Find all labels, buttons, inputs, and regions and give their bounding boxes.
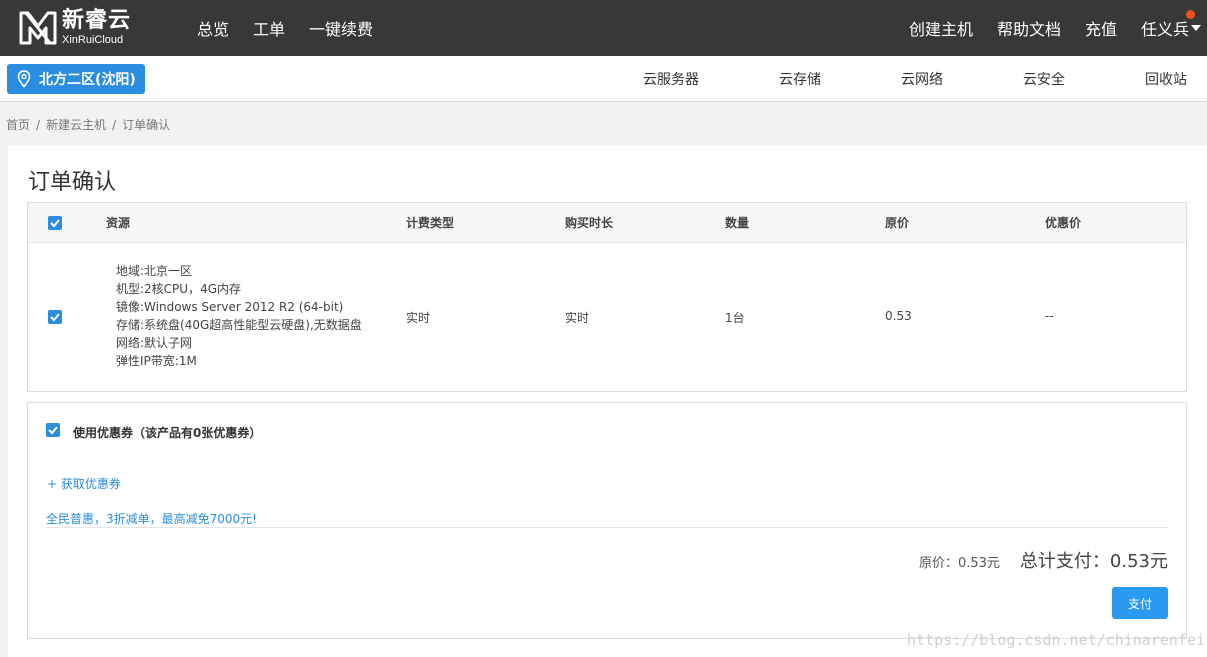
row-checkbox[interactable] — [48, 310, 62, 324]
notification-dot — [1186, 10, 1195, 19]
chevron-down-icon — [1191, 25, 1201, 31]
breadcrumb-home[interactable]: 首页 — [6, 118, 30, 132]
sub-nav-bar: 北方二区(沈阳) 云服务器 云存储 云网络 云安全 回收站 — [0, 56, 1207, 102]
breadcrumb: 首页 / 新建云主机 / 订单确认 — [6, 116, 170, 133]
get-coupon-link[interactable]: + 获取优惠券 — [47, 475, 121, 492]
logo-text-cn: 新睿云 — [62, 8, 132, 33]
nav-create-host[interactable]: 创建主机 — [909, 16, 973, 40]
breadcrumb-separator: / — [112, 118, 117, 132]
original-price-summary: 原价：0.53元 — [918, 556, 1000, 571]
logo-icon — [19, 11, 57, 45]
account-nav: 创建主机 帮助文档 充值 任义兵 — [885, 0, 1201, 56]
subnav-cloud-storage[interactable]: 云存储 — [779, 69, 821, 89]
region-label: 北方二区(沈阳) — [39, 72, 136, 88]
quantity-value: 1台 — [725, 311, 745, 325]
resource-bandwidth: 弹性IP带宽:1M — [116, 354, 197, 368]
table-header: 资源 计费类型 购买时长 数量 原价 优惠价 — [28, 203, 1186, 243]
checkmark-icon — [50, 313, 60, 322]
breadcrumb-new-host[interactable]: 新建云主机 — [46, 118, 106, 132]
discount-price-value: -- — [1045, 309, 1054, 323]
subnav-cloud-server[interactable]: 云服务器 — [643, 69, 699, 89]
resource-region: 地域:北京一区 — [116, 264, 193, 278]
checkmark-icon — [48, 426, 58, 435]
pay-button[interactable]: 支付 — [1112, 587, 1168, 619]
resource-network: 网络:默认子网 — [116, 336, 193, 350]
location-pin-icon — [17, 70, 31, 88]
price-summary: 原价：0.53元 总计支付：0.53元 — [919, 547, 1168, 573]
top-header: 新睿云 XinRuiCloud 总览 工单 一键续费 创建主机 帮助文档 充值 … — [0, 0, 1207, 56]
total-payment: 总计支付：0.53元 — [1019, 551, 1168, 572]
use-coupon-checkbox[interactable] — [46, 423, 60, 437]
subnav-cloud-network[interactable]: 云网络 — [901, 69, 943, 89]
coupon-section: 使用优惠券（该产品有0张优惠券） + 获取优惠券 全民普惠，3折减单，最高减免7… — [27, 402, 1187, 639]
resource-storage: 存储:系统盘(40G超高性能型云硬盘),无数据盘 — [116, 318, 362, 332]
col-original-price: 原价 — [885, 216, 910, 230]
table-row: 地域:北京一区 机型:2核CPU，4G内存 镜像:Windows Server … — [28, 243, 1186, 391]
nav-tickets[interactable]: 工单 — [253, 16, 285, 40]
select-all-checkbox[interactable] — [48, 216, 62, 230]
promo-text[interactable]: 全民普惠，3折减单，最高减免7000元! — [46, 510, 257, 527]
nav-help-docs[interactable]: 帮助文档 — [997, 16, 1061, 40]
nav-renew[interactable]: 一键续费 — [309, 16, 373, 40]
resource-image: 镜像:Windows Server 2012 R2 (64-bit) — [116, 300, 344, 314]
nav-overview[interactable]: 总览 — [197, 16, 229, 40]
breadcrumb-current: 订单确认 — [122, 118, 171, 132]
region-selector[interactable]: 北方二区(沈阳) — [7, 64, 145, 94]
resource-instance-type: 机型:2核CPU，4G内存 — [116, 282, 242, 296]
page-title: 订单确认 — [28, 170, 117, 195]
main-nav: 总览 工单 一键续费 — [197, 0, 397, 56]
use-coupon-label: 使用优惠券（该产品有0张优惠券） — [73, 426, 262, 440]
logo[interactable]: 新睿云 XinRuiCloud — [18, 8, 148, 48]
logo-text-en: XinRuiCloud — [62, 34, 124, 46]
checkmark-icon — [50, 219, 60, 228]
subnav-recycle-bin[interactable]: 回收站 — [1145, 69, 1187, 89]
order-table: 资源 计费类型 购买时长 数量 原价 优惠价 地域:北京一区 机型:2核CPU，… — [27, 202, 1187, 392]
original-price-value: 0.53 — [885, 309, 912, 323]
col-duration: 购买时长 — [565, 216, 614, 230]
nav-recharge[interactable]: 充值 — [1085, 16, 1117, 40]
user-name: 任义兵 — [1140, 20, 1189, 39]
user-menu[interactable]: 任义兵 — [1140, 10, 1201, 40]
billing-type-value: 实时 — [406, 311, 431, 325]
col-discount-price: 优惠价 — [1045, 216, 1082, 230]
breadcrumb-separator: / — [36, 118, 41, 132]
order-panel: 订单确认 资源 计费类型 购买时长 数量 原价 优惠价 地域:北京一区 机型:2… — [8, 146, 1207, 657]
col-quantity: 数量 — [725, 216, 750, 230]
watermark: https://blog.csdn.net/chinarenfei — [906, 631, 1205, 649]
product-nav: 云服务器 云存储 云网络 云安全 回收站 — [563, 56, 1187, 102]
duration-value: 实时 — [565, 311, 590, 325]
col-billing-type: 计费类型 — [406, 216, 455, 230]
resource-details: 地域:北京一区 机型:2核CPU，4G内存 镜像:Windows Server … — [116, 262, 362, 370]
divider — [46, 527, 1168, 528]
subnav-cloud-security[interactable]: 云安全 — [1023, 69, 1065, 89]
col-resource: 资源 — [106, 216, 131, 230]
